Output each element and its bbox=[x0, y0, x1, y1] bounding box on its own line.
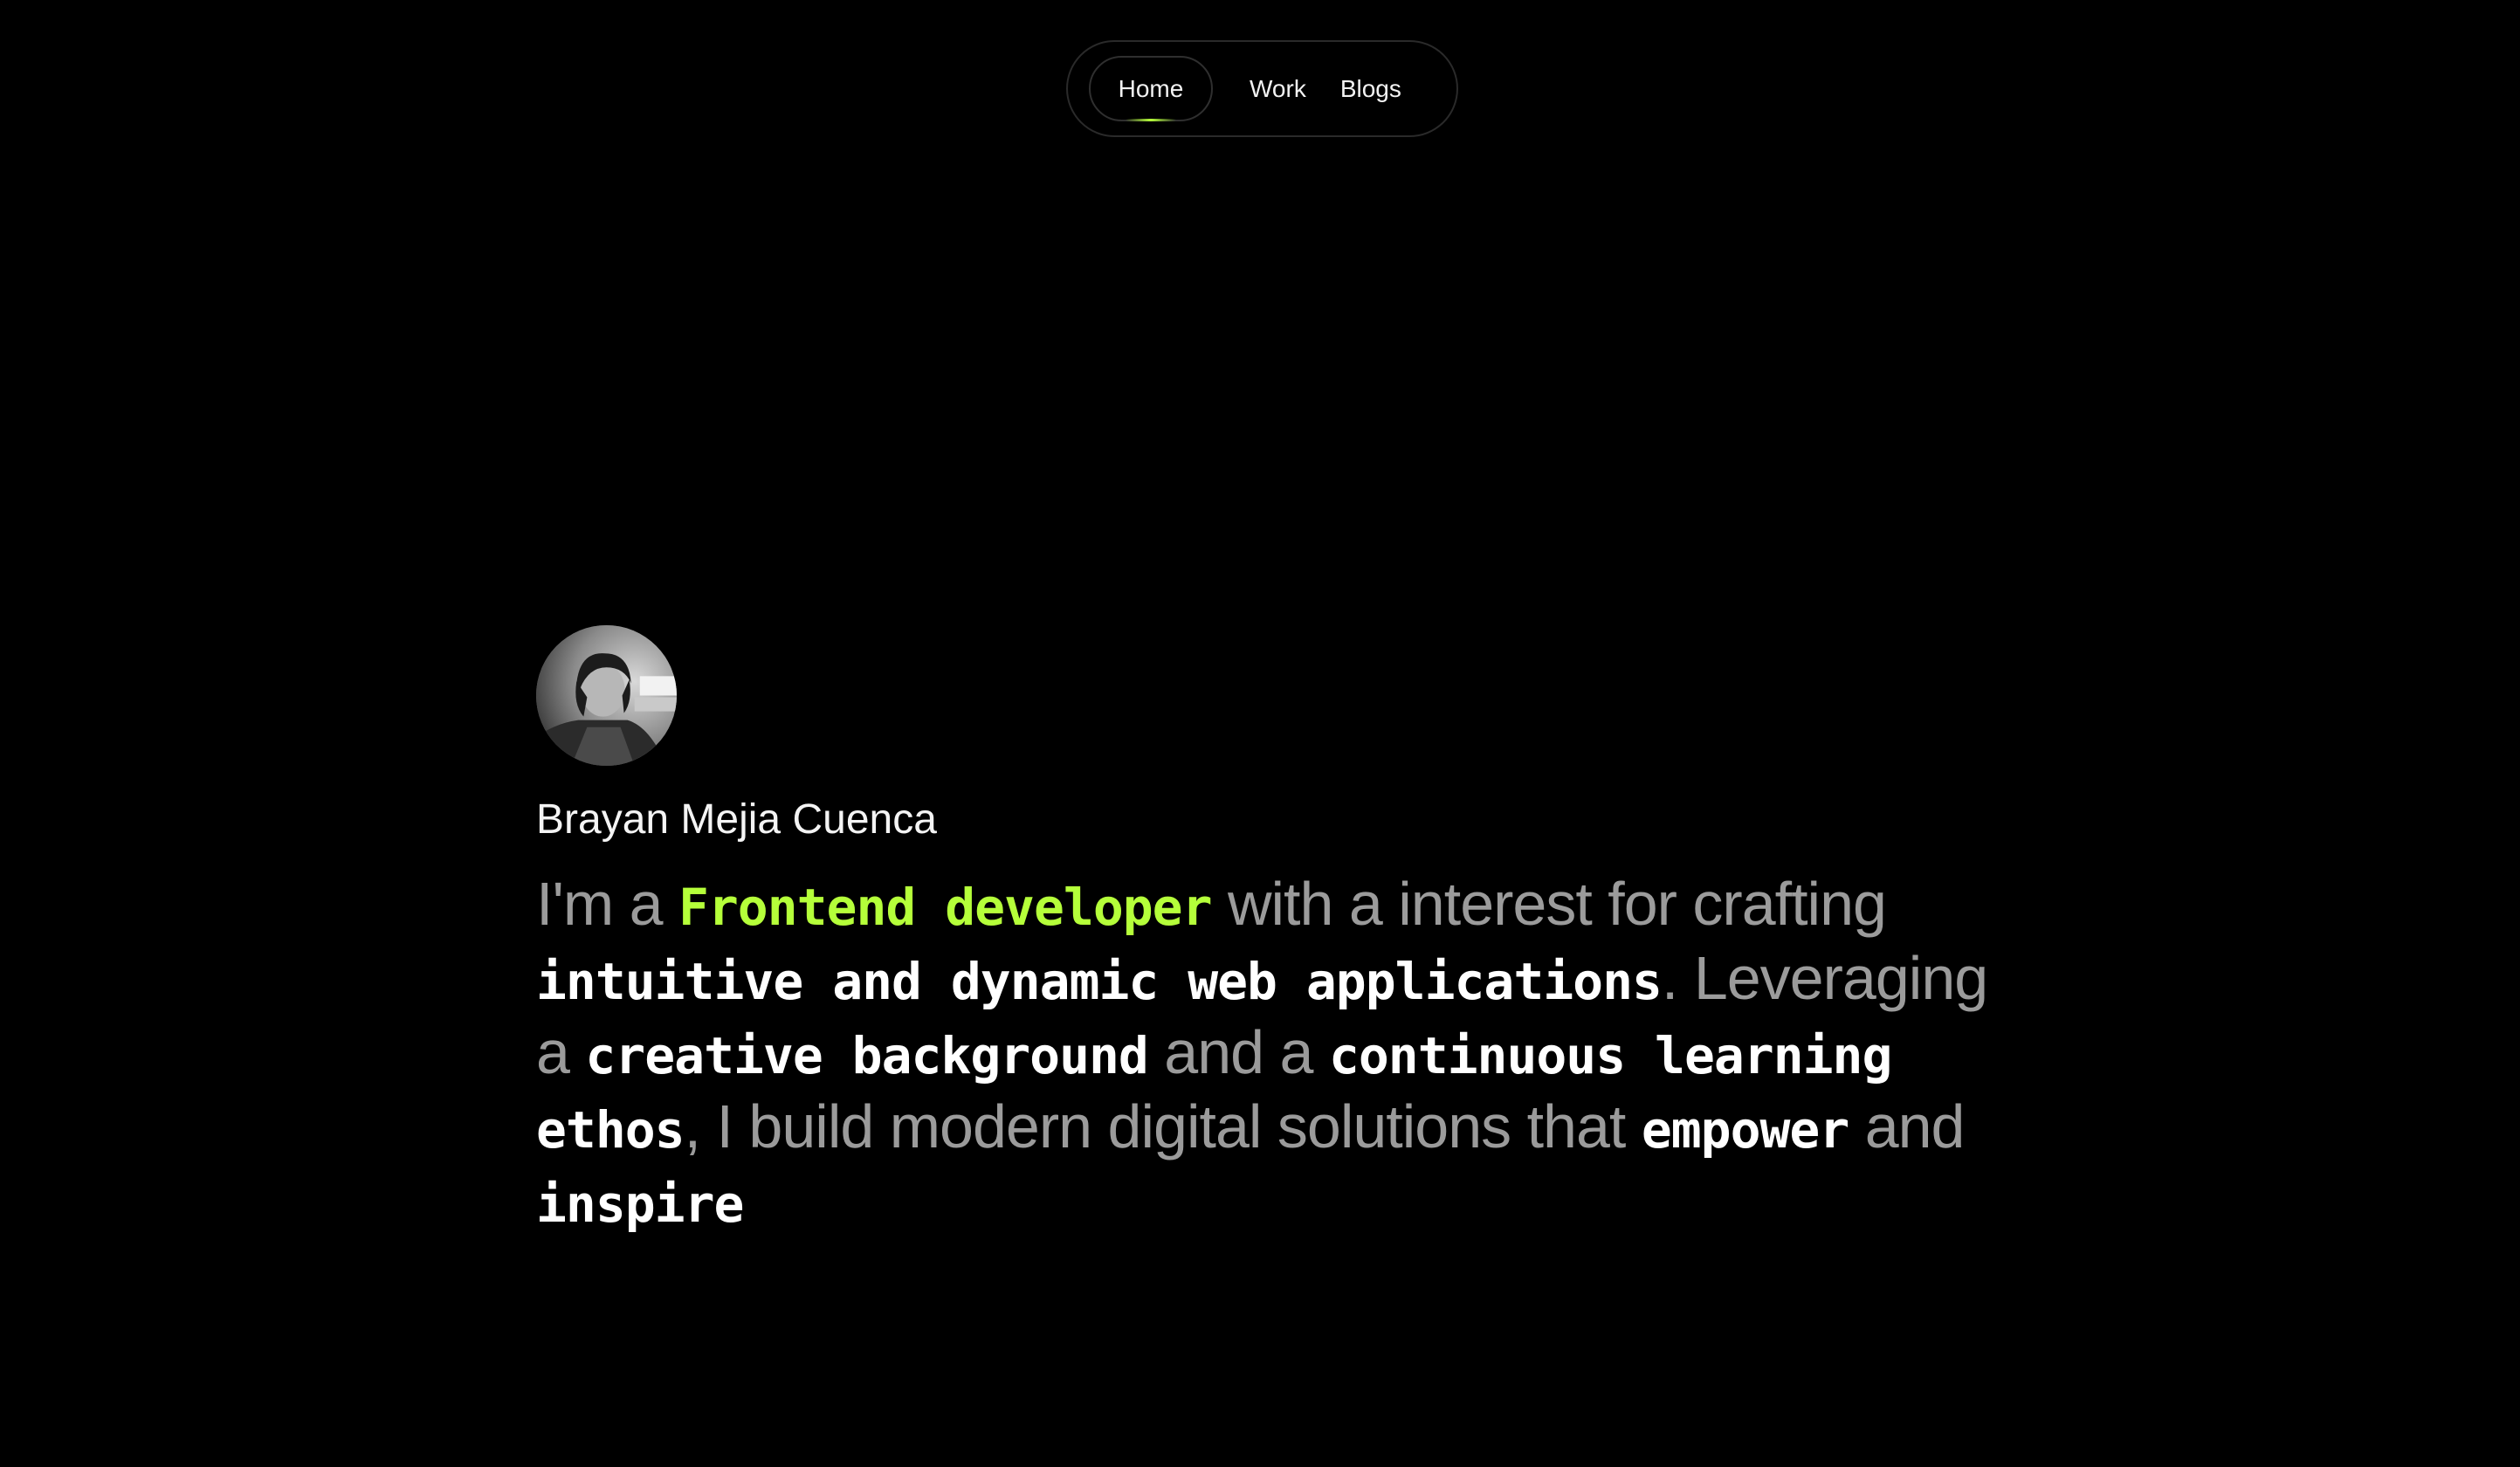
active-indicator bbox=[1126, 119, 1176, 121]
nav-home-link[interactable]: Home bbox=[1089, 56, 1213, 121]
role-highlight: Frontend developer bbox=[678, 878, 1213, 937]
bio-emphasis: inspire bbox=[536, 1174, 744, 1234]
nav-work-link[interactable]: Work bbox=[1250, 75, 1306, 103]
bio-emphasis: empower bbox=[1641, 1100, 1849, 1160]
bio-text: and a bbox=[1147, 1018, 1329, 1086]
bio-emphasis: creative background bbox=[585, 1026, 1148, 1085]
nav-blogs-link[interactable]: Blogs bbox=[1340, 75, 1401, 103]
bio-paragraph: I'm a Frontend developer with a interest… bbox=[536, 869, 2003, 1240]
bio-text: with a interest for crafting bbox=[1211, 870, 1887, 938]
nav-home-label: Home bbox=[1118, 74, 1184, 102]
bio-emphasis: intuitive and dynamic web applications bbox=[536, 952, 1663, 1011]
bio-text: and bbox=[1849, 1092, 1966, 1161]
profile-name: Brayan Mejia Cuenca bbox=[536, 796, 937, 843]
profile-photo bbox=[536, 625, 677, 766]
avatar bbox=[536, 625, 677, 766]
bio-text: , I build modern digital solutions that bbox=[684, 1092, 1642, 1161]
bio-text: I'm a bbox=[536, 870, 678, 938]
main-nav: Home Work Blogs bbox=[1066, 40, 1458, 137]
